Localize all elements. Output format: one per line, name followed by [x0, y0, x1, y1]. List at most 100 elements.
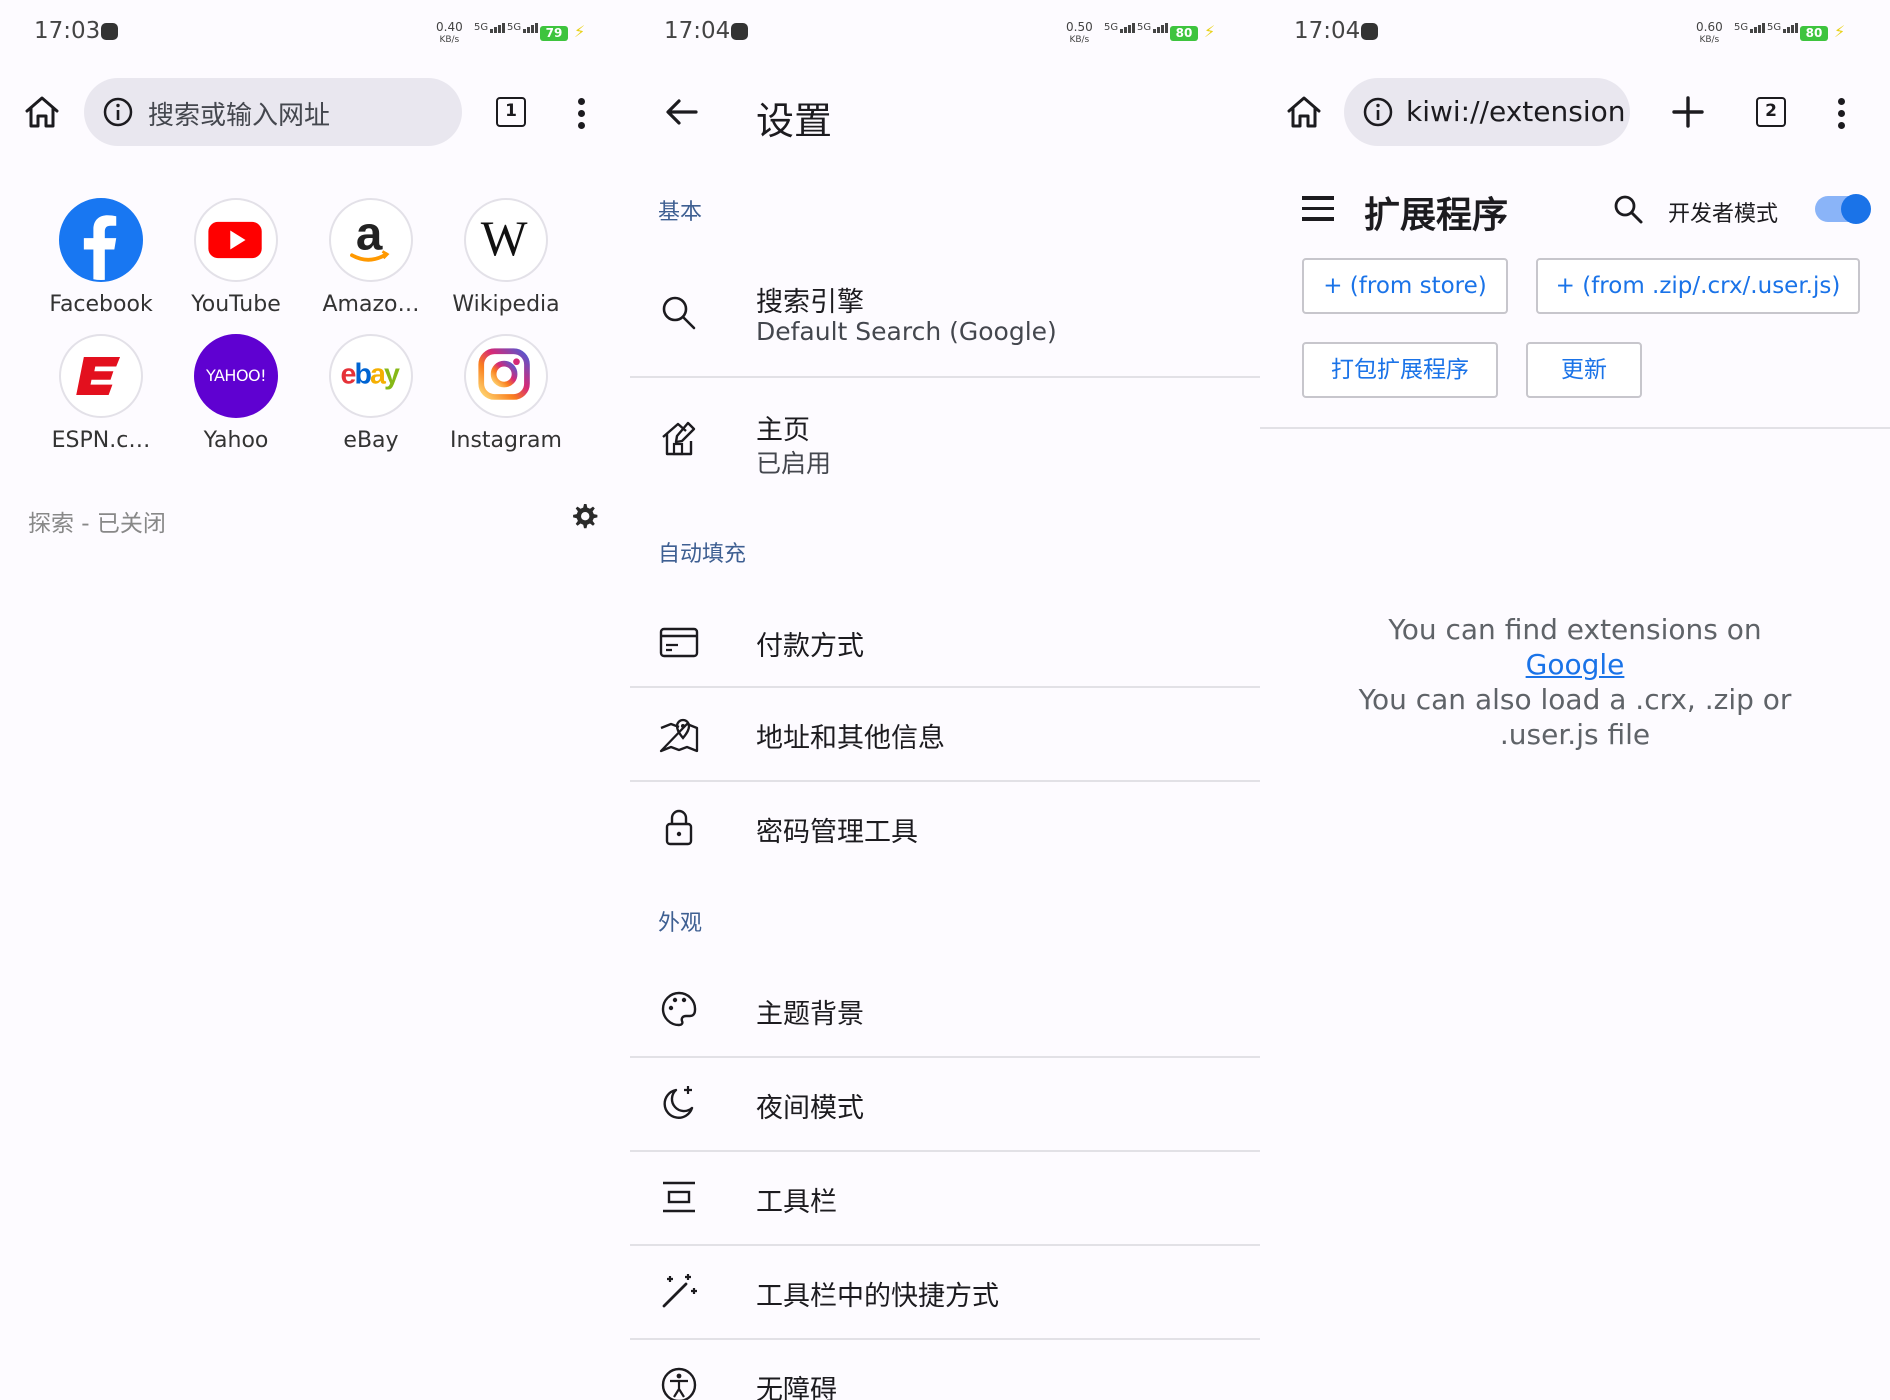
tile-label: eBay — [343, 428, 399, 453]
developer-mode-toggle[interactable] — [1815, 194, 1871, 224]
svg-text:W: W — [481, 211, 528, 266]
discover-status: 探索 - 已关闭 — [28, 511, 166, 537]
more-menu-icon[interactable] — [1836, 98, 1846, 130]
settings-item-passwords[interactable]: 密码管理工具 — [630, 782, 1260, 874]
tile-label: Wikipedia — [452, 292, 560, 317]
status-bar: 17:03 0.40 KB/s 5G 5G 79 ⚡ — [0, 0, 630, 66]
pack-extension-button[interactable]: 打包扩展程序 — [1302, 342, 1498, 398]
map-pin-icon — [659, 718, 699, 753]
google-link[interactable]: Google — [1526, 648, 1625, 681]
lock-icon — [665, 809, 693, 846]
status-bar: 17:04 0.60 KB/s 5G 5G 80 ⚡ — [1260, 0, 1890, 66]
search-icon[interactable] — [1612, 193, 1644, 225]
settings-item-night-mode[interactable]: 夜间模式 — [630, 1058, 1260, 1150]
magic-wand-icon — [662, 1274, 697, 1308]
info-icon[interactable] — [102, 96, 134, 128]
network-rate: 0.60 KB/s — [1696, 20, 1723, 45]
page-title: 扩展程序 — [1364, 195, 1509, 236]
developer-mode-label: 开发者模式 — [1668, 202, 1779, 227]
palette-icon — [661, 991, 697, 1027]
settings-item-address[interactable]: 地址和其他信息 — [630, 688, 1260, 780]
shortcut-tile-facebook[interactable]: Facebook — [36, 198, 166, 328]
empty-state-message: You can find extensions on Google You ca… — [1260, 612, 1890, 752]
settings-item-homepage[interactable]: 主页 已启用 — [630, 378, 1260, 478]
charging-icon: ⚡ — [574, 22, 586, 41]
empty-state-line: .user.js file — [1499, 718, 1651, 751]
yahoo-logo-icon: YAHOO! — [194, 334, 278, 418]
ebay-logo-icon: ebay — [329, 334, 413, 418]
omnibox-placeholder[interactable]: 搜索或输入网址 — [148, 95, 330, 132]
settings-item-theme[interactable]: 主题背景 — [630, 964, 1260, 1056]
settings-item-title: 无障碍 — [756, 1375, 837, 1400]
new-tab-screen: 17:03 0.40 KB/s 5G 5G 79 ⚡ 搜索或输入网址 1 Face… — [0, 0, 630, 1400]
network-rate: 0.40 KB/s — [436, 20, 463, 45]
shortcut-tile-instagram[interactable]: Instagram — [441, 334, 571, 464]
omnibox[interactable]: kiwi://extensions — [1344, 78, 1630, 146]
section-header-basic: 基本 — [658, 200, 703, 225]
tab-switcher-button[interactable]: 2 — [1756, 97, 1786, 127]
section-header-autofill: 自动填充 — [658, 542, 747, 567]
tile-label: ESPN.c… — [51, 428, 151, 453]
settings-item-subtitle: Default Search (Google) — [756, 317, 1057, 346]
settings-item-title: 付款方式 — [756, 631, 864, 662]
update-button[interactable]: 更新 — [1526, 342, 1642, 398]
amazon-logo-icon: a — [329, 198, 413, 282]
more-menu-icon[interactable] — [576, 98, 586, 130]
credit-card-icon — [659, 627, 699, 658]
hamburger-menu-icon[interactable] — [1302, 196, 1334, 222]
add-from-file-button[interactable]: + (from .zip/.crx/.user.js) — [1536, 258, 1860, 314]
battery-icon: 80 — [1170, 26, 1198, 41]
settings-item-title: 密码管理工具 — [756, 817, 918, 848]
status-time: 17:04 — [664, 18, 731, 44]
settings-item-subtitle: 已启用 — [756, 449, 832, 478]
signal-icon: 5G — [507, 22, 539, 33]
divider — [1260, 427, 1890, 429]
shortcut-tile-amazon[interactable]: a Amazo… — [306, 198, 436, 328]
back-arrow-icon[interactable] — [662, 92, 702, 132]
settings-item-payment[interactable]: 付款方式 — [630, 594, 1260, 686]
shortcut-tile-youtube[interactable]: YouTube — [171, 198, 301, 328]
yahoo-logo-text: YAHOO! — [205, 366, 267, 385]
espn-logo-icon — [59, 334, 143, 418]
signal-icon: 5G — [474, 22, 506, 33]
settings-item-toolbar[interactable]: 工具栏 — [630, 1152, 1260, 1244]
settings-item-title: 工具栏 — [756, 1187, 837, 1218]
toolbar-icon — [663, 1181, 695, 1213]
settings-item-title: 主页 — [756, 415, 810, 446]
tab-switcher-button[interactable]: 1 — [496, 97, 526, 127]
new-tab-icon[interactable] — [1670, 94, 1706, 130]
home-icon[interactable] — [22, 92, 62, 132]
settings-screen: 17:04 0.50 KB/s 5G 5G 80 ⚡ 设置 基本 搜索引擎 Def… — [630, 0, 1260, 1400]
tile-label: Facebook — [49, 292, 153, 317]
omnibox-url[interactable]: kiwi://extensions — [1406, 95, 1626, 128]
instagram-logo-icon — [464, 334, 548, 418]
status-bar: 17:04 0.50 KB/s 5G 5G 80 ⚡ — [630, 0, 1260, 66]
charging-icon: ⚡ — [1204, 22, 1216, 41]
accessibility-icon — [661, 1367, 697, 1400]
charging-icon: ⚡ — [1834, 22, 1846, 41]
facebook-logo-icon — [59, 198, 143, 282]
shortcut-tile-ebay[interactable]: ebay eBay — [306, 334, 436, 464]
gear-icon[interactable] — [568, 500, 600, 532]
omnibox[interactable]: 搜索或输入网址 — [84, 78, 462, 146]
settings-item-toolbar-shortcuts[interactable]: 工具栏中的快捷方式 — [630, 1246, 1260, 1338]
home-icon[interactable] — [1284, 92, 1324, 132]
signal-icon: 5G — [1137, 22, 1169, 33]
signal-icon: 5G — [1104, 22, 1136, 33]
info-icon[interactable] — [1362, 96, 1394, 128]
home-edit-icon — [662, 421, 696, 456]
wikipedia-logo-icon: W — [464, 198, 548, 282]
settings-item-accessibility[interactable]: 无障碍 — [630, 1340, 1260, 1400]
tile-label: YouTube — [191, 292, 281, 317]
status-time: 17:03 — [34, 18, 101, 44]
settings-item-search-engine[interactable]: 搜索引擎 Default Search (Google) — [630, 262, 1260, 374]
shortcut-tile-espn[interactable]: ESPN.c… — [36, 334, 166, 464]
tile-label: Amazo… — [322, 292, 420, 317]
add-from-store-button[interactable]: + (from store) — [1302, 258, 1508, 314]
notification-icon — [731, 23, 748, 40]
shortcut-tile-yahoo[interactable]: YAHOO! Yahoo — [171, 334, 301, 464]
section-header-appearance: 外观 — [658, 911, 703, 936]
shortcut-tile-wikipedia[interactable]: W Wikipedia — [441, 198, 571, 328]
signal-icon: 5G — [1767, 22, 1799, 33]
battery-icon: 79 — [540, 26, 568, 41]
